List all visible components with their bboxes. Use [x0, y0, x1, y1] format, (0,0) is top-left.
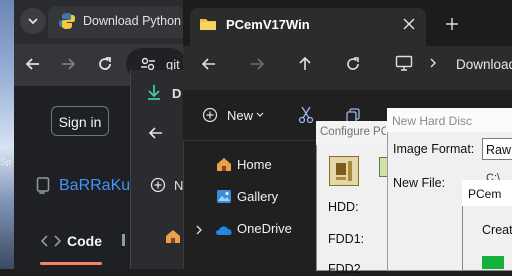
pcem-message: Creati	[482, 223, 512, 237]
explorer-up-button[interactable]	[296, 55, 314, 73]
desktop-label: Sp	[0, 157, 12, 167]
new-hard-disc-title: New Hard Disc	[392, 114, 473, 128]
fdd2-label: FDD2	[328, 262, 361, 276]
browser-tab-title: Download Python	[83, 14, 181, 28]
image-format-label: Image Format:	[393, 142, 475, 156]
issues-icon	[122, 234, 125, 246]
home-icon	[164, 228, 182, 244]
code-tab-underline	[40, 262, 102, 265]
browser-reload-button[interactable]	[96, 55, 114, 73]
folder-icon	[199, 16, 217, 31]
new-item-button[interactable]	[202, 107, 218, 123]
tab-code[interactable]: Code	[67, 233, 102, 249]
plus-circle-icon	[150, 177, 166, 193]
arrow-right-icon	[251, 58, 265, 70]
onedrive-icon	[214, 223, 234, 237]
repo-owner-link[interactable]: BaRRaKu	[59, 177, 131, 195]
nav-item-home[interactable]: Home	[237, 157, 297, 172]
python-logo-icon	[58, 12, 76, 30]
pcem-title: PCem	[468, 187, 502, 201]
scissors-icon	[298, 106, 314, 124]
explorer-address-text: Download	[456, 57, 512, 72]
sign-in-button[interactable]: Sign in	[51, 106, 109, 136]
desktop-background	[0, 0, 14, 269]
new-file-label: New File:	[393, 176, 446, 190]
download-arrow-icon	[146, 83, 162, 101]
plus-circle-icon	[202, 107, 218, 123]
nav-item-onedrive[interactable]: OneDrive	[237, 221, 307, 236]
plus-icon	[446, 18, 458, 30]
breadcrumb-chevron-icon	[428, 57, 438, 69]
chevron-down-icon	[28, 18, 38, 25]
hdd-label: HDD:	[328, 200, 359, 214]
home-icon	[216, 157, 232, 172]
arrow-left-icon	[25, 58, 39, 70]
explorer-forward-button[interactable]	[248, 55, 266, 73]
explorer-tab-title: PCemV17Win	[226, 17, 310, 32]
copy-button[interactable]	[346, 108, 362, 122]
reload-icon	[347, 57, 359, 70]
arrow-up-icon	[299, 56, 311, 70]
chevron-down-icon	[256, 112, 264, 118]
this-pc-icon	[395, 55, 413, 71]
new-tab-button[interactable]	[445, 17, 459, 31]
code-icon	[40, 234, 62, 248]
pcem-progress-bar	[482, 256, 504, 269]
close-icon	[403, 18, 415, 30]
arrow-right-icon	[62, 58, 76, 70]
reload-icon	[99, 57, 111, 70]
explorer-refresh-button[interactable]	[344, 55, 362, 73]
downloads-back-button[interactable]	[148, 126, 164, 140]
cut-button[interactable]	[298, 106, 314, 124]
arrow-left-icon	[201, 58, 215, 70]
image-format-value: Raw	[486, 143, 512, 157]
fdd1-label: FDD1:	[328, 232, 365, 246]
gallery-icon	[216, 189, 232, 204]
tab-search-button[interactable]	[20, 8, 46, 34]
repo-icon	[36, 176, 50, 194]
browser-back-button[interactable]	[24, 55, 42, 73]
browser-forward-button[interactable]	[59, 55, 77, 73]
configure-pc-title: Configure PC	[320, 126, 386, 138]
arrow-left-icon	[148, 127, 162, 139]
new-item-label: New	[227, 108, 254, 123]
explorer-back-button[interactable]	[200, 55, 218, 73]
nav-item-gallery[interactable]: Gallery	[237, 189, 297, 204]
motherboard-icon	[329, 156, 359, 186]
close-tab-button[interactable]	[402, 17, 416, 31]
copy-icon	[346, 108, 360, 122]
new-download-button[interactable]	[150, 177, 166, 193]
expand-chevron-icon[interactable]	[194, 224, 204, 236]
